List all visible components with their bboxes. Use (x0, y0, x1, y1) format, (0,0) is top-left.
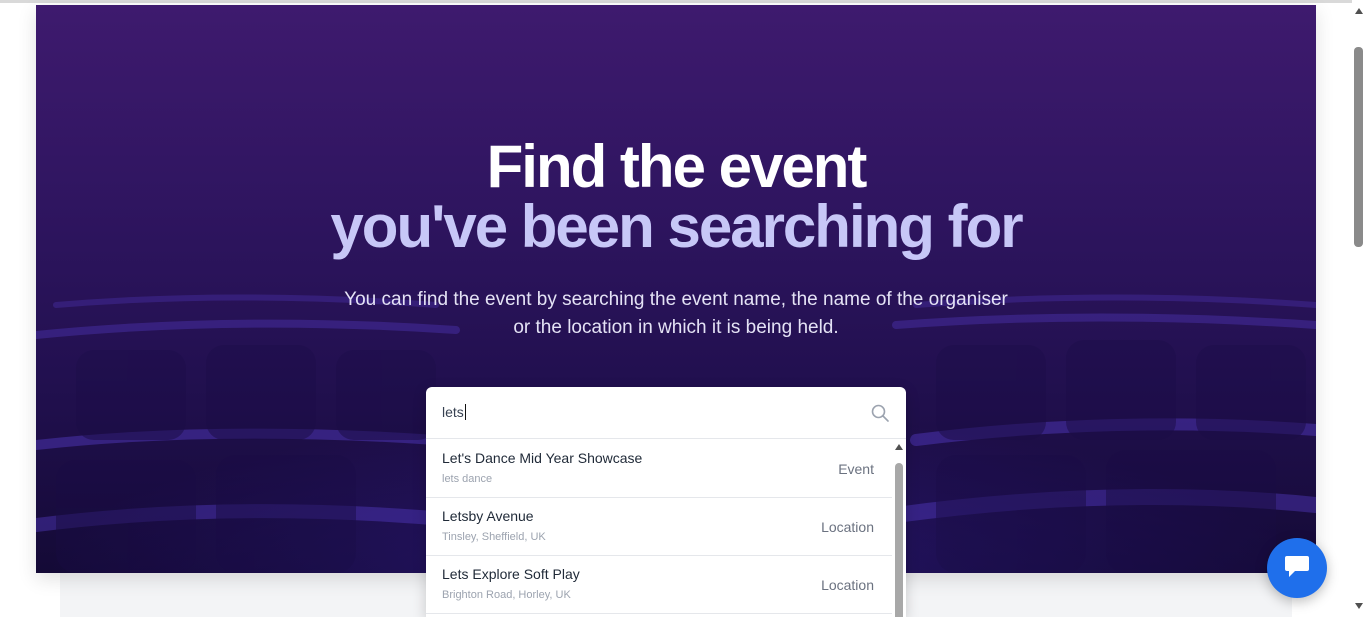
result-name: Let's Dance Mid Year Showcase (442, 450, 643, 466)
result-subtitle: Brighton Road, Horley, UK (442, 589, 571, 601)
search-results-list: Let's Dance Mid Year Showcase lets dance… (426, 440, 892, 614)
hero-title-line1: Find the event (486, 133, 868, 200)
chat-button[interactable] (1267, 538, 1327, 598)
result-name: Lets Explore Soft Play (442, 566, 580, 582)
search-input[interactable]: lets (426, 387, 906, 439)
search-input-value[interactable]: lets (442, 404, 466, 420)
search-result-item[interactable]: Lets Explore Soft Play Brighton Road, Ho… (426, 556, 892, 614)
search-dropdown: lets Let's Dance Mid Year Showcase lets … (426, 387, 906, 617)
page-scroll-down-icon[interactable] (1355, 603, 1363, 609)
result-type: Location (821, 519, 874, 535)
scroll-up-arrow-icon[interactable] (895, 444, 903, 450)
hero-subtitle-line1: You can find the event by searching the … (344, 289, 1008, 310)
page-scroll-up-icon[interactable] (1355, 8, 1363, 14)
top-border (0, 0, 1352, 3)
result-type: Event (838, 461, 874, 477)
hero-title-line2: you've been searching for (330, 193, 1023, 260)
search-icon[interactable] (870, 403, 890, 423)
result-subtitle: Tinsley, Sheffield, UK (442, 531, 546, 543)
search-result-item[interactable]: Let's Dance Mid Year Showcase lets dance… (426, 440, 892, 498)
page-scrollbar-thumb[interactable] (1354, 47, 1363, 247)
results-scrollbar-thumb[interactable] (895, 463, 903, 617)
search-result-item[interactable]: Letsby Avenue Tinsley, Sheffield, UK Loc… (426, 498, 892, 556)
chat-icon (1285, 556, 1309, 577)
hero-subtitle: You can find the event by searching the … (296, 286, 1056, 342)
results-scrollbar[interactable] (892, 440, 906, 617)
result-subtitle: lets dance (442, 473, 493, 485)
page-scrollbar[interactable] (1352, 0, 1366, 617)
text-caret (464, 404, 466, 420)
result-name: Letsby Avenue (442, 508, 534, 524)
result-type: Location (821, 577, 874, 593)
hero-subtitle-line2: or the location in which it is being hel… (513, 317, 839, 338)
